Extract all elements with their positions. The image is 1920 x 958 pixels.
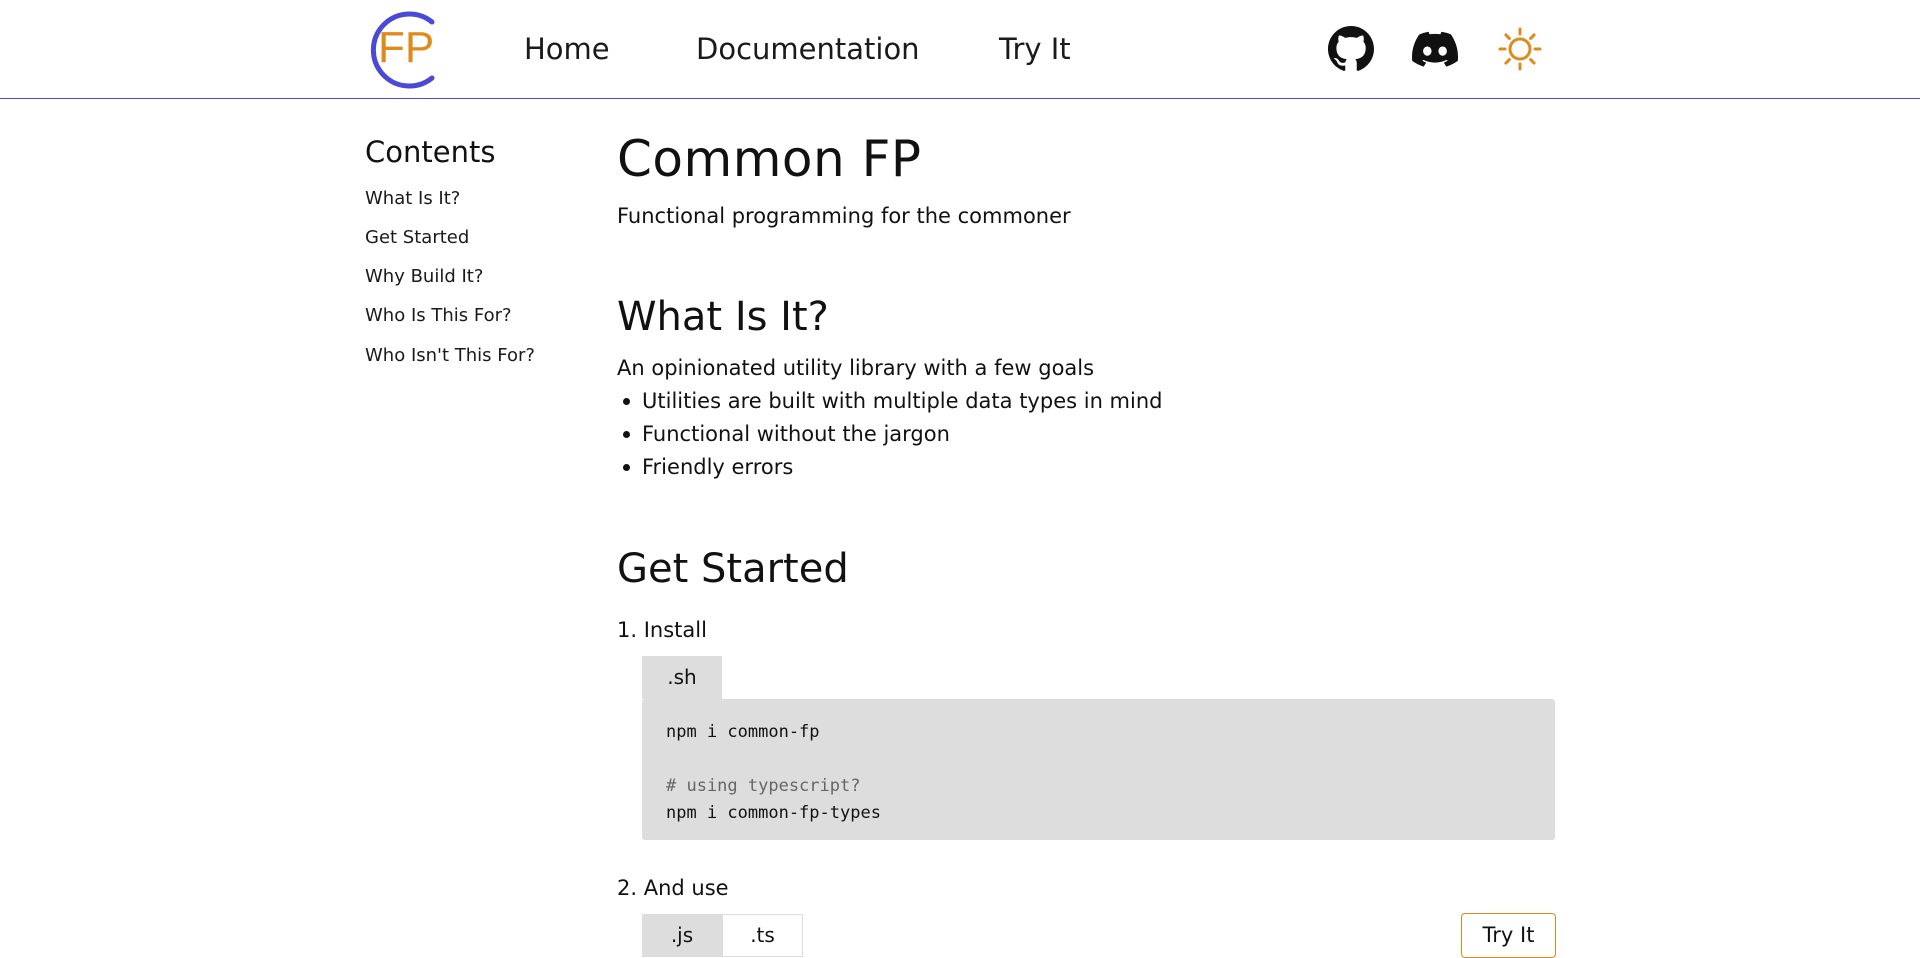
- toc-item-what-is-it[interactable]: What Is It?: [365, 186, 460, 212]
- code-comment: # using typescript?: [666, 776, 861, 796]
- logo-text: FP: [378, 23, 434, 72]
- try-it-button[interactable]: Try It: [1461, 913, 1556, 958]
- section-heading-get-started: Get Started: [617, 546, 849, 592]
- tab-js[interactable]: .js: [642, 914, 722, 957]
- step-use-label: 2. And use: [617, 876, 729, 900]
- list-item: Friendly errors: [617, 453, 1162, 486]
- toc-item-who-isnt-this-for[interactable]: Who Isn't This For?: [365, 343, 535, 369]
- sun-icon[interactable]: [1497, 26, 1543, 72]
- toc-item-why-build-it[interactable]: Why Build It?: [365, 264, 483, 290]
- nav-home[interactable]: Home: [524, 29, 610, 69]
- site-header: FP Home Documentation Try It: [0, 0, 1920, 99]
- logo[interactable]: FP: [363, 10, 437, 90]
- tab-ts[interactable]: .ts: [722, 914, 803, 957]
- list-item: Functional without the jargon: [617, 420, 1162, 453]
- page-title: Common FP: [617, 130, 922, 188]
- section-heading-what-is-it: What Is It?: [617, 294, 829, 340]
- list-item: Utilities are built with multiple data t…: [617, 387, 1162, 420]
- code-line: npm i common-fp-types: [666, 803, 881, 823]
- nav-try-it[interactable]: Try It: [999, 29, 1071, 69]
- toc-item-get-started[interactable]: Get Started: [365, 225, 469, 251]
- page-subtitle: Functional programming for the commoner: [617, 204, 1071, 228]
- toc-item-who-is-this-for[interactable]: Who Is This For?: [365, 303, 512, 329]
- nav-documentation[interactable]: Documentation: [696, 29, 920, 69]
- what-intro: An opinionated utility library with a fe…: [617, 356, 1095, 380]
- tab-sh[interactable]: .sh: [642, 656, 722, 699]
- goals-list: Utilities are built with multiple data t…: [617, 387, 1162, 486]
- step-install-label: 1. Install: [617, 618, 707, 642]
- discord-icon[interactable]: [1412, 26, 1458, 72]
- install-code-block: npm i common-fp # using typescript? npm …: [642, 699, 1555, 840]
- code-line: npm i common-fp: [666, 722, 820, 742]
- toc-title: Contents: [365, 135, 496, 169]
- github-icon[interactable]: [1328, 26, 1374, 72]
